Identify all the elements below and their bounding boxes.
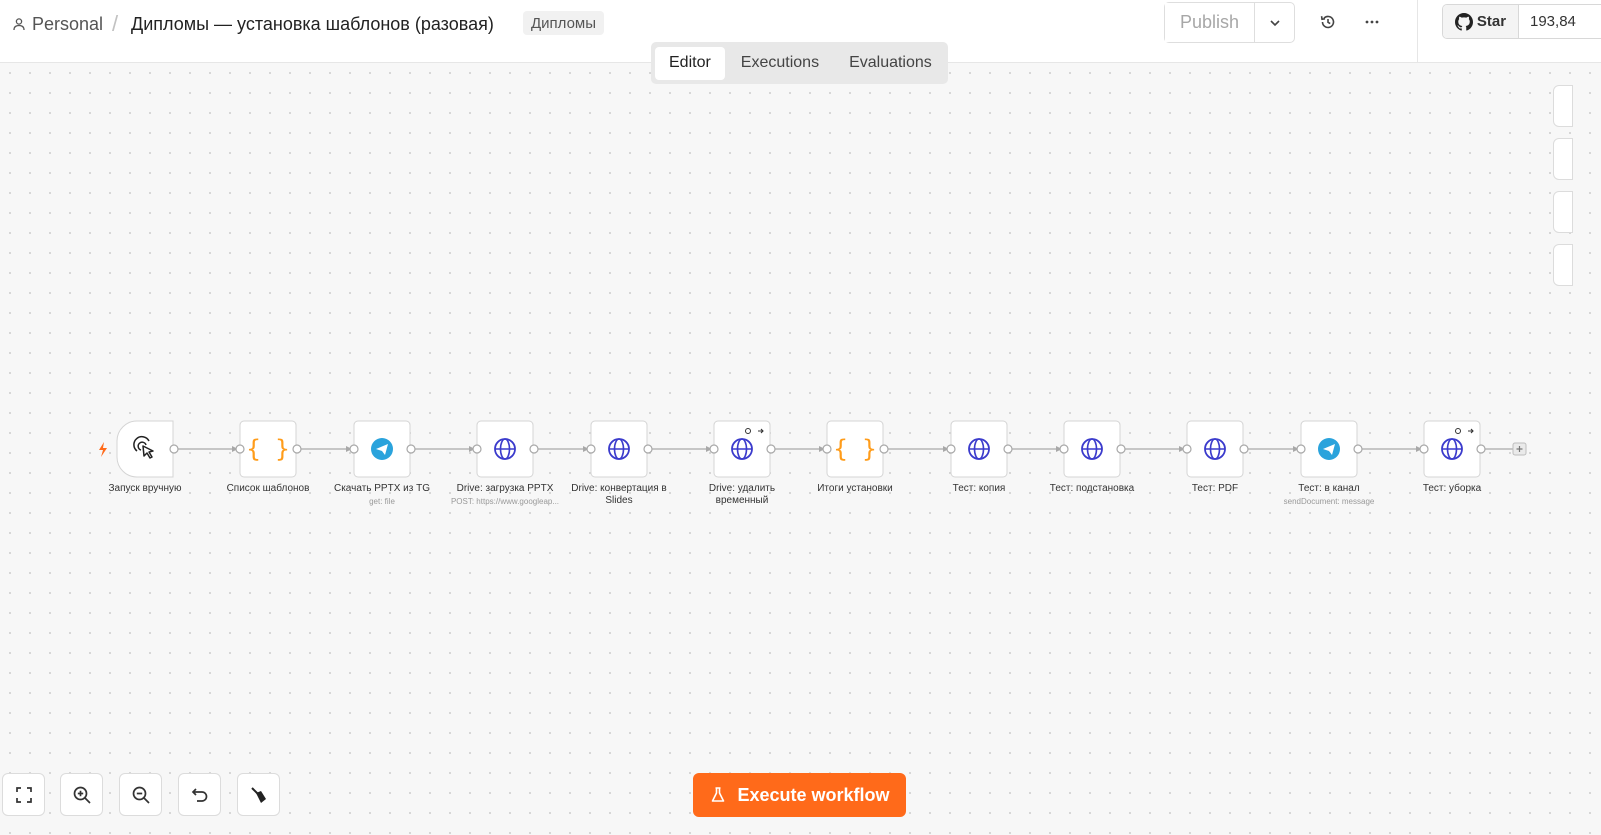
node-label: Список шаблонов <box>226 483 310 494</box>
input-port[interactable] <box>1182 444 1192 454</box>
input-port[interactable] <box>822 444 832 454</box>
output-port[interactable] <box>169 444 179 454</box>
svg-text:{ }: { } <box>833 435 876 463</box>
execute-workflow-button[interactable]: Execute workflow <box>693 773 906 817</box>
output-port[interactable] <box>766 444 776 454</box>
reset-zoom-button[interactable] <box>178 773 221 816</box>
tab-executions[interactable]: Executions <box>727 47 833 80</box>
input-port[interactable] <box>946 444 956 454</box>
zoom-in-icon <box>73 786 91 804</box>
node-label: Тест: уборка <box>1422 483 1482 494</box>
node-label: Тест: PDF <box>1191 483 1239 494</box>
output-port[interactable] <box>643 444 653 454</box>
output-port[interactable] <box>406 444 416 454</box>
telegram-icon <box>371 438 393 460</box>
tab-evaluations[interactable]: Evaluations <box>835 47 946 80</box>
node-subtitle: sendDocument: message <box>1283 497 1375 506</box>
node-label: Drive: загрузка PPTX <box>456 483 554 494</box>
input-port[interactable] <box>586 444 596 454</box>
zoom-out-button[interactable] <box>119 773 162 816</box>
output-port[interactable] <box>1116 444 1126 454</box>
output-port[interactable] <box>879 444 889 454</box>
node-label: Тест: подстановка <box>1049 483 1135 494</box>
trigger-bolt-icon <box>99 442 107 457</box>
code-braces-icon: { } <box>833 435 876 463</box>
input-port[interactable] <box>235 444 245 454</box>
node-label: Итоги установки <box>817 483 893 494</box>
node-label: Drive: конвертация в Slides <box>571 483 667 506</box>
trigger-node[interactable] <box>116 420 174 478</box>
workflow-graph: { } { } <box>99 420 1527 478</box>
tab-editor[interactable]: Editor <box>655 46 725 80</box>
input-port[interactable] <box>1059 444 1069 454</box>
telegram-icon <box>1318 438 1340 460</box>
view-tabs: Editor Executions Evaluations <box>651 42 948 84</box>
node-label: Тест: копия <box>952 483 1006 494</box>
input-port[interactable] <box>709 444 719 454</box>
fit-view-button[interactable] <box>2 773 45 816</box>
node-label: Скачать PPTX из TG <box>333 483 430 494</box>
undo-icon <box>191 787 207 802</box>
output-port[interactable] <box>1003 444 1013 454</box>
output-port[interactable] <box>1476 444 1486 454</box>
broom-icon <box>250 786 266 803</box>
node-label: Запуск вручную <box>108 483 182 494</box>
fullscreen-icon <box>15 786 32 803</box>
flask-icon <box>712 787 725 802</box>
output-port[interactable] <box>1239 444 1249 454</box>
node-subtitle: POST: https://www.googleap... <box>450 497 560 506</box>
node-label: Тест: в канал <box>1298 483 1360 494</box>
code-braces-icon: { } <box>246 435 289 463</box>
input-port[interactable] <box>472 444 482 454</box>
svg-text:{ }: { } <box>246 435 289 463</box>
node-label: Drive: удалить временный <box>708 483 776 506</box>
zoom-in-button[interactable] <box>60 773 103 816</box>
output-port[interactable] <box>529 444 539 454</box>
tidy-up-button[interactable] <box>237 773 280 816</box>
input-port[interactable] <box>1419 444 1429 454</box>
output-port[interactable] <box>292 444 302 454</box>
execute-workflow-label: Execute workflow <box>737 784 890 805</box>
output-port[interactable] <box>1353 444 1363 454</box>
node-subtitle: get: file <box>369 497 395 506</box>
input-port[interactable] <box>1296 444 1306 454</box>
zoom-out-icon <box>132 786 150 804</box>
input-port[interactable] <box>349 444 359 454</box>
